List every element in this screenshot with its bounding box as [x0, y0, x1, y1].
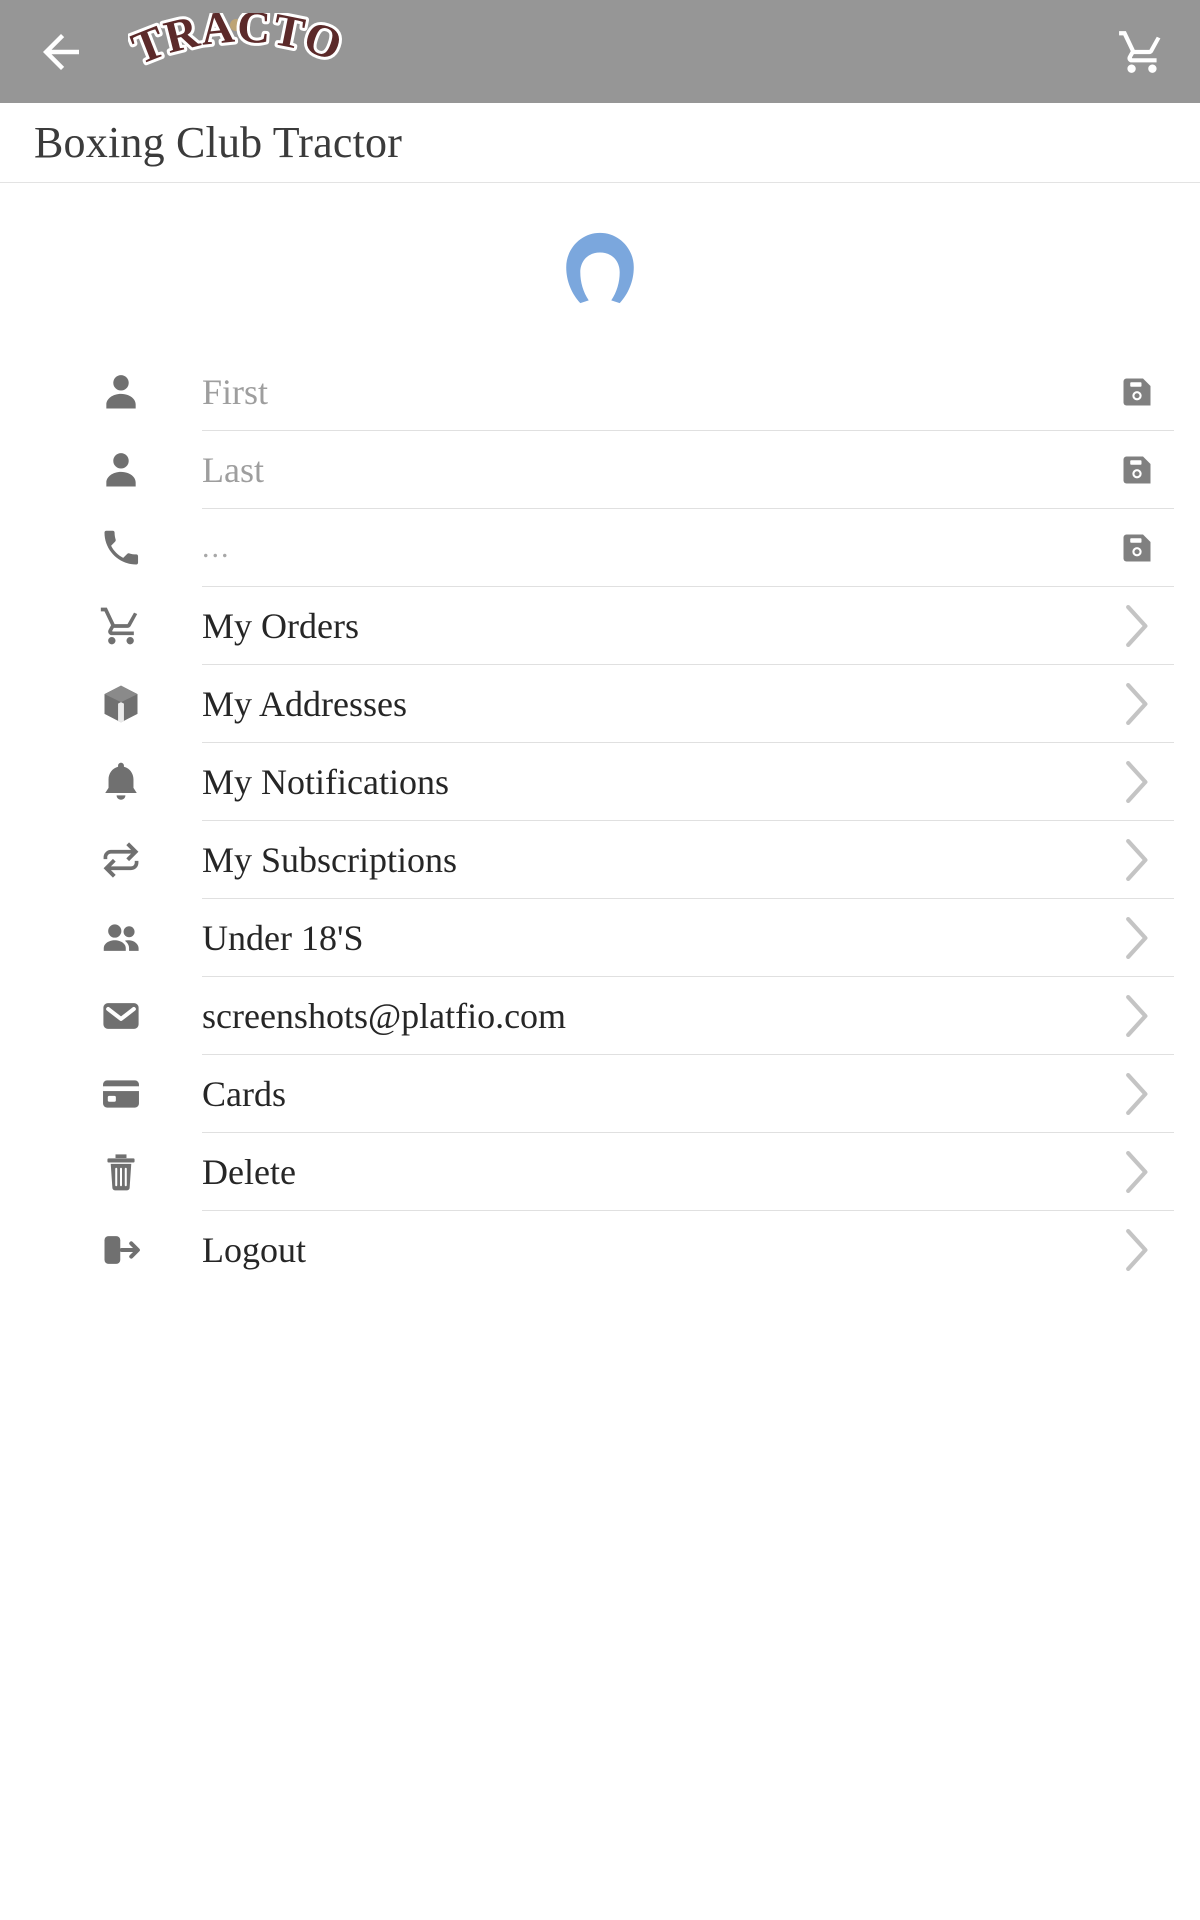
chevron-right-button[interactable]	[1110, 682, 1164, 725]
logout-icon	[104, 1236, 140, 1264]
field-row-last-name[interactable]: Last	[0, 431, 1200, 509]
menu-body: screenshots@platfio.com	[202, 977, 1174, 1055]
menu-label: Logout	[202, 1229, 306, 1270]
save-icon	[1123, 456, 1151, 483]
menu-body: Logout	[202, 1211, 1174, 1289]
menu-label: Delete	[202, 1151, 296, 1192]
field-body: First	[202, 353, 1174, 431]
chevron-right-button[interactable]	[1110, 760, 1164, 803]
chevron-right-button[interactable]	[1110, 1072, 1164, 1115]
chevron-right-icon	[1126, 682, 1148, 725]
menu-item-my-notifications[interactable]: My Notifications	[0, 743, 1200, 821]
people-icon-wrap	[78, 916, 164, 960]
shopping-cart-icon	[100, 607, 138, 645]
profile-list: First Last ... My Orders My Addresses My…	[0, 353, 1200, 1289]
menu-label: My Subscriptions	[202, 839, 458, 880]
last-name-input[interactable]: Last	[202, 452, 264, 488]
menu-item-logout[interactable]: Logout	[0, 1211, 1200, 1289]
menu-body: My Orders	[202, 587, 1174, 665]
credit-card-icon-wrap	[78, 1072, 164, 1116]
menu-label: My Notifications	[202, 761, 449, 802]
save-first-name-button[interactable]	[1110, 374, 1164, 410]
menu-label: Under 18'S	[202, 917, 364, 958]
save-phone-button[interactable]	[1110, 530, 1164, 566]
logout-icon-wrap	[78, 1228, 164, 1272]
phone-icon-wrap	[78, 526, 164, 570]
bell-icon-wrap	[78, 760, 164, 804]
repeat-icon-wrap	[78, 838, 164, 882]
save-icon	[1123, 534, 1151, 561]
brand-logo[interactable]: TRACTOR TRACTOR	[128, 12, 346, 92]
menu-item-under-18s[interactable]: Under 18'S	[0, 899, 1200, 977]
avatar-section	[0, 183, 1200, 353]
chevron-right-icon	[1126, 1072, 1148, 1115]
phone-icon	[104, 530, 139, 565]
menu-item-my-addresses[interactable]: My Addresses	[0, 665, 1200, 743]
bell-icon	[105, 762, 137, 800]
person-icon	[106, 375, 136, 409]
menu-label: My Orders	[202, 605, 359, 646]
trash-icon-wrap	[78, 1150, 164, 1194]
mail-icon	[103, 1003, 139, 1029]
people-icon	[103, 924, 139, 951]
chevron-right-button[interactable]	[1110, 838, 1164, 881]
person-icon-wrap	[78, 448, 164, 492]
menu-body: My Subscriptions	[202, 821, 1174, 899]
chevron-right-icon	[1126, 1228, 1148, 1271]
menu-body: Delete	[202, 1133, 1174, 1211]
save-last-name-button[interactable]	[1110, 452, 1164, 488]
cart-button[interactable]	[1110, 20, 1174, 84]
field-body: ...	[202, 509, 1174, 587]
field-row-first-name[interactable]: First	[0, 353, 1200, 431]
menu-body: My Addresses	[202, 665, 1174, 743]
page-title-bar: Boxing Club Tractor	[0, 103, 1200, 183]
menu-body: Cards	[202, 1055, 1174, 1133]
menu-label: My Addresses	[202, 683, 407, 724]
menu-label: Cards	[202, 1073, 286, 1114]
chevron-right-icon	[1126, 1150, 1148, 1193]
repeat-icon	[103, 842, 139, 878]
field-row-phone[interactable]: ...	[0, 509, 1200, 587]
shopping-cart-icon	[1119, 30, 1161, 73]
box-icon-wrap	[78, 682, 164, 726]
credit-card-icon	[103, 1080, 139, 1108]
chevron-right-button[interactable]	[1110, 1228, 1164, 1271]
chevron-right-icon	[1126, 838, 1148, 881]
back-button[interactable]	[30, 21, 92, 83]
tractor-logo-icon: TRACTOR TRACTOR	[128, 13, 346, 77]
app-bar: TRACTOR TRACTOR	[0, 0, 1200, 103]
menu-item-my-orders[interactable]: My Orders	[0, 587, 1200, 665]
person-icon-wrap	[78, 370, 164, 414]
page-title: Boxing Club Tractor	[34, 117, 403, 167]
chevron-right-button[interactable]	[1110, 1150, 1164, 1193]
box-icon	[104, 685, 138, 723]
chevron-right-button[interactable]	[1110, 916, 1164, 959]
trash-icon	[107, 1154, 135, 1191]
save-icon	[1123, 378, 1151, 405]
chevron-right-icon	[1126, 994, 1148, 1037]
arrow-left-icon	[43, 33, 79, 70]
chevron-right-icon	[1126, 916, 1148, 959]
chevron-right-icon	[1126, 760, 1148, 803]
menu-body: Under 18'S	[202, 899, 1174, 977]
menu-label: screenshots@platfio.com	[202, 995, 567, 1036]
chevron-right-button[interactable]	[1110, 994, 1164, 1037]
field-body: Last	[202, 431, 1174, 509]
menu-item-my-subscriptions[interactable]: My Subscriptions	[0, 821, 1200, 899]
menu-item-cards[interactable]: Cards	[0, 1055, 1200, 1133]
chevron-right-button[interactable]	[1110, 604, 1164, 647]
first-name-input[interactable]: First	[202, 374, 268, 410]
menu-body: My Notifications	[202, 743, 1174, 821]
phone-input[interactable]: ...	[202, 532, 231, 563]
cart-icon-wrap	[78, 604, 164, 648]
menu-item-delete[interactable]: Delete	[0, 1133, 1200, 1211]
chevron-right-icon	[1126, 604, 1148, 647]
menu-item-email[interactable]: screenshots@platfio.com	[0, 977, 1200, 1055]
person-icon	[106, 453, 136, 487]
avatar[interactable]	[554, 230, 646, 306]
mail-icon-wrap	[78, 994, 164, 1038]
